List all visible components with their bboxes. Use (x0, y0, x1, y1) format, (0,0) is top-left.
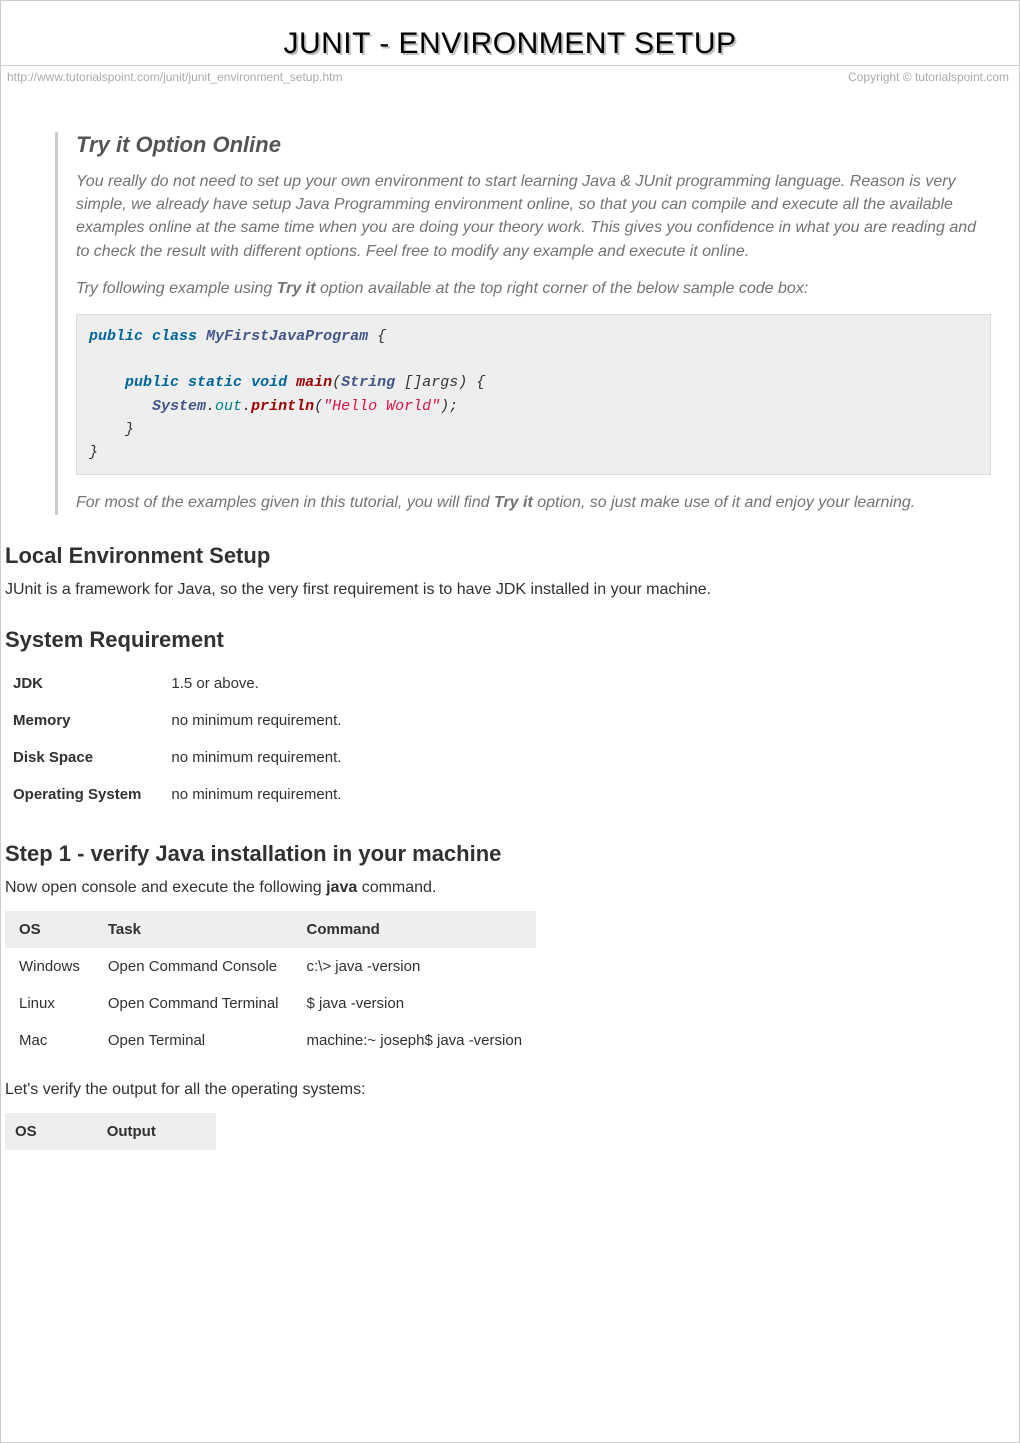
brace-close2: } (89, 444, 98, 461)
kw-class: class (152, 328, 197, 345)
class-name: MyFirstJavaProgram (206, 328, 368, 345)
paren-close: ) (458, 374, 467, 391)
step1-text: Now open console and execute the followi… (5, 879, 1015, 897)
table-row: Windows Open Command Console c:\> java -… (5, 948, 536, 985)
req-label: JDK (5, 665, 163, 702)
req-label: Memory (5, 702, 163, 739)
cell-os: Mac (5, 1022, 94, 1059)
table-row: Disk Space no minimum requirement. (5, 739, 363, 776)
brace-open: { (377, 328, 386, 345)
req-label: Operating System (5, 776, 163, 813)
sys-req-table: JDK 1.5 or above. Memory no minimum requ… (5, 665, 363, 813)
tryit-para3-bold: Try it (494, 494, 533, 511)
sys: System (152, 398, 206, 415)
cell-os: Linux (5, 985, 94, 1022)
source-url[interactable]: http://www.tutorialspoint.com/junit/juni… (7, 70, 343, 84)
fn-main: main (296, 374, 332, 391)
step1-text-bold: java (326, 879, 357, 896)
kw-public: public (89, 328, 143, 345)
table-row: JDK 1.5 or above. (5, 665, 363, 702)
req-value: 1.5 or above. (163, 665, 363, 702)
tryit-para3: For most of the examples given in this t… (76, 491, 991, 514)
close-paren: ); (440, 398, 458, 415)
tryit-para3-pre: For most of the examples given in this t… (76, 494, 494, 511)
output-table: OS Output (5, 1113, 216, 1150)
kw-static: static (188, 374, 242, 391)
str-hello: "Hello World" (323, 398, 440, 415)
command-table: OS Task Command Windows Open Command Con… (5, 911, 536, 1059)
copyright-text: Copyright © tutorialspoint.com (848, 70, 1009, 84)
code-sample: public class MyFirstJavaProgram { public… (76, 314, 991, 476)
tryit-para2-post: option available at the top right corner… (316, 280, 809, 297)
out-hdr-output: Output (97, 1113, 216, 1150)
local-env-text: JUnit is a framework for Java, so the ve… (5, 581, 1015, 599)
tryit-block: Try it Option Online You really do not n… (55, 132, 1003, 515)
tryit-para2-pre: Try following example using (76, 280, 277, 297)
paren-open2: ( (314, 398, 323, 415)
req-value: no minimum requirement. (163, 776, 363, 813)
cell-task: Open Command Console (94, 948, 293, 985)
println: println (251, 398, 314, 415)
page-container: JUNIT - ENVIRONMENT SETUP http://www.tut… (0, 0, 1020, 1443)
cell-task: Open Command Terminal (94, 985, 293, 1022)
step1-heading: Step 1 - verify Java installation in you… (5, 841, 1015, 867)
cell-cmd: c:\> java -version (293, 948, 537, 985)
cell-cmd: machine:~ joseph$ java -version (293, 1022, 537, 1059)
brace-close1: } (125, 421, 134, 438)
tryit-para1: You really do not need to set up your ow… (76, 170, 991, 263)
dot2: . (242, 398, 251, 415)
table-header-row: OS Output (5, 1113, 216, 1150)
brace-open2: { (476, 374, 485, 391)
arr: [] (404, 374, 422, 391)
verify-text: Let's verify the output for all the oper… (5, 1081, 1015, 1099)
tryit-para2-bold: Try it (277, 280, 316, 297)
tryit-heading: Try it Option Online (76, 132, 991, 158)
sys-req-heading: System Requirement (5, 627, 1015, 653)
arg: args (422, 374, 458, 391)
req-label: Disk Space (5, 739, 163, 776)
content: Try it Option Online You really do not n… (1, 84, 1019, 1160)
cell-task: Open Terminal (94, 1022, 293, 1059)
tryit-para2: Try following example using Try it optio… (76, 277, 991, 300)
hdr-command: Command (293, 911, 537, 948)
hdr-task: Task (94, 911, 293, 948)
table-row: Operating System no minimum requirement. (5, 776, 363, 813)
req-value: no minimum requirement. (163, 702, 363, 739)
table-row: Mac Open Terminal machine:~ joseph$ java… (5, 1022, 536, 1059)
kw-void: void (251, 374, 287, 391)
local-env-heading: Local Environment Setup (5, 543, 1015, 569)
out-hdr-os: OS (5, 1113, 97, 1150)
type-string: String (341, 374, 395, 391)
table-header-row: OS Task Command (5, 911, 536, 948)
table-row: Memory no minimum requirement. (5, 702, 363, 739)
cell-cmd: $ java -version (293, 985, 537, 1022)
page-title: JUNIT - ENVIRONMENT SETUP (1, 27, 1019, 65)
req-value: no minimum requirement. (163, 739, 363, 776)
step1-text-pre: Now open console and execute the followi… (5, 879, 326, 896)
dot1: . (206, 398, 215, 415)
tryit-para3-post: option, so just make use of it and enjoy… (533, 494, 915, 511)
cell-os: Windows (5, 948, 94, 985)
step1-text-post: command. (357, 879, 436, 896)
hdr-os: OS (5, 911, 94, 948)
title-wrap: JUNIT - ENVIRONMENT SETUP (1, 1, 1019, 66)
out: out (215, 398, 242, 415)
kw-public2: public (125, 374, 179, 391)
paren-open: ( (332, 374, 341, 391)
table-row: Linux Open Command Terminal $ java -vers… (5, 985, 536, 1022)
meta-row: http://www.tutorialspoint.com/junit/juni… (1, 66, 1019, 84)
